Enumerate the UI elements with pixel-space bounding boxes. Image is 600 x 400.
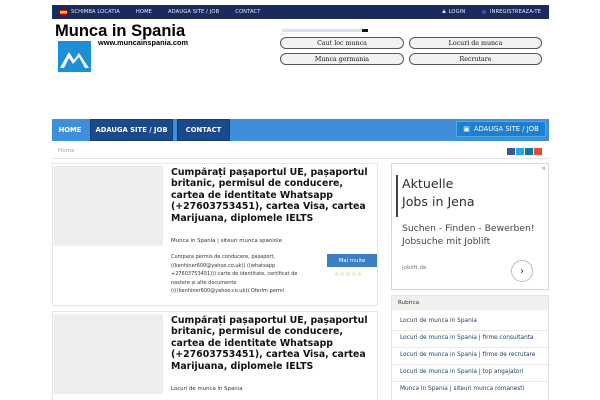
ad-close-icon[interactable]: ✕: [542, 166, 546, 172]
post-category[interactable]: Locuri de munca in Spania: [171, 386, 243, 392]
site-logo[interactable]: Munca in Spania www.muncainspania.com: [55, 22, 235, 82]
top-contact-label: CONTACT: [235, 9, 261, 15]
rubrica-item[interactable]: Locuri de munca in Spania | top angajato…: [400, 369, 546, 375]
top-home-label: HOME: [135, 9, 153, 15]
change-location-link[interactable]: SCHIMBA LOCATIA: [52, 5, 128, 19]
excerpt-line: ((((kenhiner600@yahoo.co.uk)) Oferim per…: [171, 288, 284, 295]
lock-icon: 🔒︎: [442, 8, 446, 15]
social-share: [507, 148, 542, 155]
post-excerpt: Cumpara permis de conducere, pașaport, (…: [171, 253, 316, 296]
rubrica-widget: Rubrica Locuri de munca in Spania Locuri…: [391, 295, 549, 400]
rubrica-item[interactable]: Locuri de munca in Spania | firme de rec…: [400, 352, 546, 358]
nav-add-site-label: ADAUGA SITE / JOB: [95, 126, 168, 134]
top-contact-link[interactable]: CONTACT: [227, 5, 268, 19]
add-site-cta-button[interactable]: ▣ ADAUGA SITE / JOB: [456, 121, 546, 137]
rubrica-item[interactable]: Munca in Spania | siteuri munca romanest…: [400, 386, 546, 392]
ad-headline-line: Aktuelle: [402, 176, 454, 191]
read-more-button[interactable]: Mai multe: [327, 254, 377, 267]
read-more-label: Mai multe: [338, 257, 366, 264]
nav-home-label: HOME: [58, 126, 82, 134]
post-thumbnail[interactable]: [54, 166, 163, 246]
work-germany-button[interactable]: Munca germania: [280, 53, 404, 65]
ad-headline-line: Jobs in Jena: [402, 194, 475, 209]
header-ad-strip: [282, 29, 368, 32]
rubrica-divider: [392, 364, 548, 365]
excerpt-line: naștere și alte documente: [171, 279, 237, 286]
post-title[interactable]: Cumpărați pașaportul UE, pașaportul brit…: [171, 167, 371, 224]
nav-tab-add-site[interactable]: ADAUGA SITE / JOB: [90, 119, 173, 141]
ad-headline: Aktuelle Jobs in Jena: [402, 175, 475, 211]
breadcrumb[interactable]: Home: [58, 148, 75, 154]
post-category[interactable]: Munca in Spania | siteuri munca spaniole: [171, 238, 282, 244]
login-link[interactable]: 🔒︎ LOGIN: [434, 5, 473, 19]
post-thumbnail[interactable]: [54, 314, 163, 394]
ad-accent-bar: [396, 175, 398, 217]
top-add-site-link[interactable]: ADAUGA SITE / JOB: [160, 5, 227, 19]
linkedin-icon[interactable]: [525, 148, 533, 155]
rubrica-divider: [392, 381, 548, 382]
top-home-link[interactable]: HOME: [128, 5, 160, 19]
login-label: LOGIN: [448, 9, 466, 15]
post-card: Cumpărați pașaportul UE, pașaportul brit…: [52, 311, 378, 400]
excerpt-line: Cumpara permis de conducere, pașaport,: [171, 254, 276, 260]
sidebar-ad[interactable]: ✕ Aktuelle Jobs in Jena Suchen - Finden …: [391, 163, 549, 290]
rubrica-item[interactable]: Locuri de munca in Spania: [400, 318, 546, 324]
register-label: INREGISTREAZA-TE: [489, 9, 541, 15]
mountain-logo-icon: [58, 41, 91, 72]
nav-contact-label: CONTACT: [185, 126, 222, 134]
excerpt-line: ((kenhiner600@yahoo.co.uk)) ((whatsapp: [171, 262, 276, 269]
rubrica-divider: [392, 330, 548, 331]
post-title[interactable]: Cumpărați pașaportul UE, pașaportul brit…: [171, 315, 371, 372]
logo-url: www.muncainspania.com: [98, 38, 189, 47]
recruitment-button[interactable]: Recrutare: [409, 53, 542, 65]
rubrica-item[interactable]: Locuri de munca in Spania | firme consul…: [400, 335, 546, 341]
main-nav: HOME ADAUGA SITE / JOB CONTACT ▣ ADAUGA …: [52, 119, 549, 141]
google-plus-icon[interactable]: [534, 148, 542, 155]
add-site-cta-label: ADAUGA SITE / JOB: [473, 125, 539, 133]
top-add-site-label: ADAUGA SITE / JOB: [168, 9, 220, 15]
rubrica-divider: [392, 347, 548, 348]
facebook-icon[interactable]: [507, 148, 515, 155]
spain-flag-icon: [60, 9, 67, 15]
job-listings-label: Locuri de munca: [448, 39, 503, 47]
rating-stars[interactable]: ☆☆☆☆☆: [334, 271, 362, 278]
change-location-label: SCHIMBA LOCATIA: [71, 9, 120, 15]
nav-tab-contact[interactable]: CONTACT: [177, 119, 230, 141]
nav-tab-home[interactable]: HOME: [52, 119, 88, 141]
page-background-right: [549, 0, 600, 400]
work-germany-label: Munca germania: [314, 55, 370, 63]
search-job-label: Caut loc munca: [317, 39, 367, 47]
page-background-left: [0, 0, 52, 400]
ad-body: Suchen - Finden - Bewerben! Jobsuche mit…: [402, 223, 535, 247]
chevron-right-icon[interactable]: ›: [511, 260, 533, 282]
recruitment-label: Recrutare: [459, 55, 492, 63]
ad-domain: joblift.de: [402, 265, 427, 271]
top-bar: SCHIMBA LOCATIA HOME ADAUGA SITE / JOB C…: [52, 5, 549, 19]
star-icon: ☆: [481, 8, 487, 16]
job-listings-button[interactable]: Locuri de munca: [409, 37, 542, 49]
search-job-button[interactable]: Caut loc munca: [280, 37, 404, 49]
excerpt-line: +27603753451))) carte de identitate, cer…: [171, 271, 298, 278]
twitter-icon[interactable]: [516, 148, 524, 155]
register-link[interactable]: ☆ INREGISTREAZA-TE: [473, 5, 549, 19]
post-card: Cumpărați pașaportul UE, pașaportul brit…: [52, 163, 378, 306]
add-icon: ▣: [463, 125, 470, 133]
breadcrumb-divider: [52, 158, 549, 159]
rubrica-heading: Rubrica: [392, 296, 548, 310]
